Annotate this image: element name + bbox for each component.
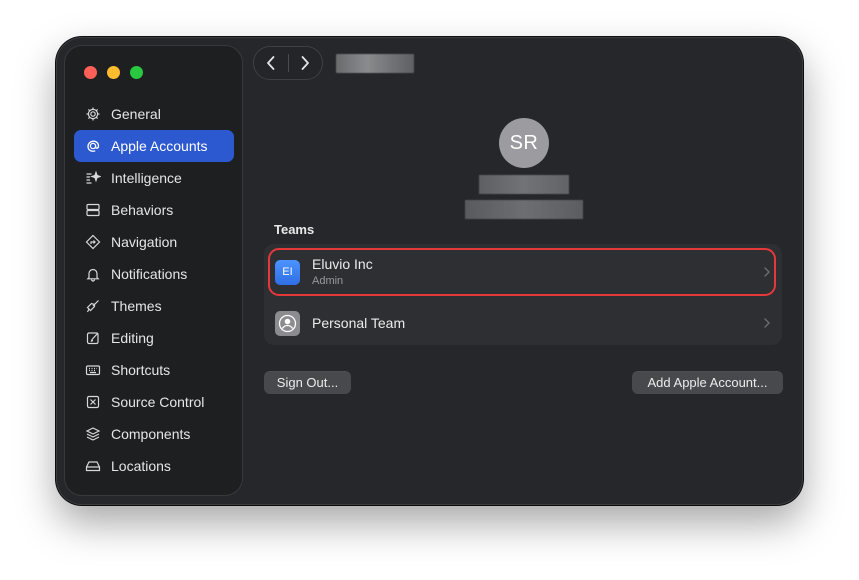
sign-out-button[interactable]: Sign Out... (264, 371, 351, 394)
sidebar-item-intelligence[interactable]: Intelligence (74, 162, 234, 194)
teams-heading: Teams (274, 222, 315, 237)
brush-icon (85, 298, 101, 314)
chevron-left-icon (266, 56, 275, 70)
avatar: SR (499, 118, 549, 168)
navigation-icon (85, 234, 101, 250)
sidebar-item-navigation[interactable]: Navigation (74, 226, 234, 258)
team-row-eluvio[interactable]: EI Eluvio Inc Admin (264, 244, 782, 300)
forward-button[interactable] (288, 47, 322, 79)
sidebar-item-label: Editing (111, 330, 154, 346)
drive-icon (85, 458, 101, 474)
keyboard-icon (85, 362, 101, 378)
history-navigation (253, 46, 323, 80)
minimize-button[interactable] (107, 66, 120, 79)
team-row-personal[interactable]: Personal Team (264, 302, 782, 344)
redacted-account-name (479, 175, 569, 194)
chevron-right-icon (301, 56, 310, 70)
source-control-icon (85, 394, 101, 410)
close-button[interactable] (84, 66, 97, 79)
layers-icon (85, 426, 101, 442)
sidebar-item-themes[interactable]: Themes (74, 290, 234, 322)
bell-icon (85, 266, 101, 282)
redacted-window-title (336, 54, 414, 73)
chevron-right-icon (764, 267, 770, 277)
redacted-account-email (465, 200, 583, 219)
add-apple-account-button[interactable]: Add Apple Account... (632, 371, 783, 394)
team-info: Personal Team (312, 315, 405, 332)
sidebar-item-label: General (111, 106, 161, 122)
sidebar-item-label: Apple Accounts (111, 138, 208, 154)
chevron-right-icon (764, 318, 770, 328)
sidebar-item-general[interactable]: General (74, 98, 234, 130)
behaviors-icon (85, 202, 101, 218)
sparkle-icon (85, 170, 101, 186)
zoom-button[interactable] (130, 66, 143, 79)
gear-icon (85, 106, 101, 122)
sidebar-item-label: Components (111, 426, 191, 442)
settings-window: General Apple Accounts Intelligence Beha… (56, 37, 803, 505)
sidebar-item-label: Navigation (111, 234, 178, 250)
team-initials-badge: EI (275, 259, 300, 285)
window-controls (84, 66, 143, 79)
sidebar-item-components[interactable]: Components (74, 418, 234, 450)
sidebar-item-editing[interactable]: Editing (74, 322, 234, 354)
sidebar-item-label: Behaviors (111, 202, 174, 218)
team-info: Eluvio Inc Admin (312, 256, 373, 288)
pencil-square-icon (85, 330, 101, 346)
sidebar-item-label: Locations (111, 458, 171, 474)
team-role: Admin (312, 275, 344, 287)
team-name: Eluvio Inc (312, 256, 373, 272)
sidebar-nav: General Apple Accounts Intelligence Beha… (74, 98, 234, 482)
sidebar-item-locations[interactable]: Locations (74, 450, 234, 482)
sidebar-item-behaviors[interactable]: Behaviors (74, 194, 234, 226)
sidebar-item-label: Notifications (111, 266, 188, 282)
back-button[interactable] (254, 47, 288, 79)
sidebar-item-shortcuts[interactable]: Shortcuts (74, 354, 234, 386)
sidebar-item-label: Themes (111, 298, 162, 314)
teams-list: EI Eluvio Inc Admin Personal Team (264, 244, 782, 345)
sidebar-item-label: Source Control (111, 394, 205, 410)
sidebar-item-source-control[interactable]: Source Control (74, 386, 234, 418)
sidebar-item-notifications[interactable]: Notifications (74, 258, 234, 290)
team-name: Personal Team (312, 314, 406, 331)
sidebar-item-label: Shortcuts (111, 362, 171, 378)
person-icon (275, 310, 300, 336)
sidebar-item-apple-accounts[interactable]: Apple Accounts (74, 130, 234, 162)
sidebar: General Apple Accounts Intelligence Beha… (64, 45, 243, 496)
sidebar-item-label: Intelligence (111, 170, 182, 186)
at-icon (85, 138, 101, 154)
